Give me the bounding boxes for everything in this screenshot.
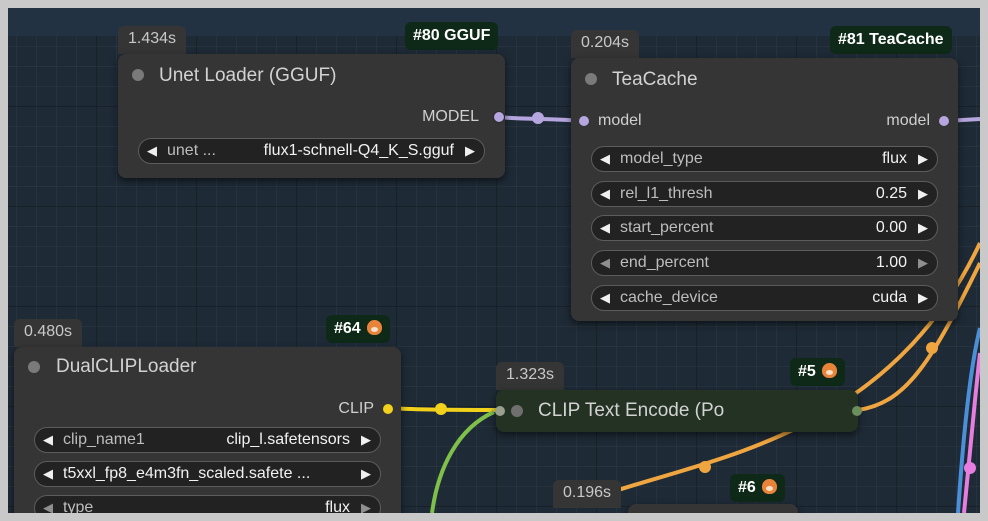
arrow-left-icon[interactable]: ◀ bbox=[600, 251, 610, 275]
arrow-left-icon[interactable]: ◀ bbox=[600, 216, 610, 240]
unet-loader-title: Unet Loader (GGUF) bbox=[159, 65, 337, 86]
node6-badge: #6 bbox=[730, 474, 785, 502]
node6-badge-label: #6 bbox=[738, 479, 756, 496]
arrow-left-icon[interactable]: ◀ bbox=[147, 139, 157, 163]
node-graph-canvas[interactable]: 1.434s #80 GGUF Unet Loader (GGUF) MODEL… bbox=[8, 8, 980, 513]
teacache-header[interactable]: TeaCache bbox=[571, 58, 958, 98]
arrow-right-icon[interactable]: ▶ bbox=[918, 251, 928, 275]
clip-encode-output-slot[interactable] bbox=[852, 406, 862, 416]
arrow-left-icon[interactable]: ◀ bbox=[600, 147, 610, 171]
unet-loader-badge: #80 GGUF bbox=[405, 22, 499, 50]
widget-label: model_type bbox=[620, 150, 703, 167]
arrow-left-icon[interactable]: ◀ bbox=[600, 182, 610, 206]
dual-clip-title: DualCLIPLoader bbox=[56, 356, 197, 377]
unet-output-label: MODEL bbox=[422, 108, 479, 125]
dual-clip-output-slot[interactable] bbox=[383, 404, 393, 414]
wire-clip-reroute-dot bbox=[435, 403, 447, 415]
clip-type-select[interactable]: ◀ type flux ▶ bbox=[34, 495, 381, 513]
node-collapse-dot-icon[interactable] bbox=[585, 73, 597, 85]
clip-encode-badge-label: #5 bbox=[798, 363, 816, 380]
rel-l1-thresh-stepper[interactable]: ◀ rel_l1_thresh 0.25 ▶ bbox=[591, 181, 938, 207]
widget-value: 0.25 bbox=[875, 185, 907, 202]
wire-green-input bbox=[430, 410, 495, 513]
fox-emoji-icon bbox=[821, 363, 837, 378]
unet-loader-node[interactable]: Unet Loader (GGUF) MODEL ◀ unet ... flux… bbox=[118, 54, 505, 178]
widget-label: rel_l1_thresh bbox=[620, 185, 713, 202]
arrow-right-icon[interactable]: ▶ bbox=[361, 462, 371, 486]
node-collapse-dot-icon[interactable] bbox=[132, 69, 144, 81]
widget-label: cache_device bbox=[620, 289, 718, 306]
teacache-model-input-slot[interactable] bbox=[579, 116, 589, 126]
node-collapse-dot-icon[interactable] bbox=[511, 405, 523, 417]
dual-clip-output-label: CLIP bbox=[338, 400, 374, 417]
arrow-right-icon[interactable]: ▶ bbox=[465, 139, 475, 163]
end-percent-stepper[interactable]: ◀ end_percent 1.00 ▶ bbox=[591, 250, 938, 276]
clip-name1-select[interactable]: ◀ clip_name1 clip_l.safetensors ▶ bbox=[34, 427, 381, 453]
arrow-right-icon[interactable]: ▶ bbox=[918, 147, 928, 171]
dual-clip-header[interactable]: DualCLIPLoader bbox=[14, 347, 401, 387]
arrow-right-icon[interactable]: ▶ bbox=[918, 286, 928, 310]
arrow-left-icon[interactable]: ◀ bbox=[600, 286, 610, 310]
model-type-select[interactable]: ◀ model_type flux ▶ bbox=[591, 146, 938, 172]
node-collapse-dot-icon[interactable] bbox=[28, 361, 40, 373]
teacache-title: TeaCache bbox=[612, 69, 698, 90]
wire-pink-reroute-dot bbox=[964, 462, 976, 474]
clip-encode-timer: 1.323s bbox=[496, 362, 565, 390]
widget-value: 1.00 bbox=[875, 254, 907, 271]
unet-name-label: unet ... bbox=[167, 142, 216, 159]
teacache-input-label: model bbox=[598, 112, 642, 129]
unet-model-output-slot[interactable] bbox=[493, 111, 505, 123]
wire-orange-reroute-dot bbox=[699, 461, 711, 473]
widget-label: type bbox=[63, 499, 94, 513]
wire-model-reroute-dot bbox=[532, 112, 544, 124]
arrow-right-icon[interactable]: ▶ bbox=[918, 182, 928, 206]
fox-emoji-icon bbox=[366, 320, 382, 335]
node6-node[interactable] bbox=[628, 504, 798, 513]
arrow-right-icon[interactable]: ▶ bbox=[918, 216, 928, 240]
cache-device-select[interactable]: ◀ cache_device cuda ▶ bbox=[591, 285, 938, 311]
node6-timer: 0.196s bbox=[553, 480, 622, 508]
wire-conditioning-reroute-dot bbox=[926, 342, 938, 354]
arrow-left-icon[interactable]: ◀ bbox=[43, 428, 53, 452]
wire-blue bbox=[956, 327, 980, 513]
teacache-badge: #81 TeaCache bbox=[830, 26, 952, 54]
widget-value: flux bbox=[325, 499, 350, 513]
widget-label: clip_name1 bbox=[63, 431, 145, 448]
arrow-right-icon[interactable]: ▶ bbox=[361, 428, 371, 452]
clip-name2-select[interactable]: ◀ t5xxl_fp8_e4m3fn_scaled.safete ... ▶ bbox=[34, 461, 381, 487]
unet-name-value: flux1-schnell-Q4_K_S.gguf bbox=[263, 142, 454, 159]
widget-value: 0.00 bbox=[875, 219, 907, 236]
clip-encode-badge: #5 bbox=[790, 358, 845, 386]
arrow-left-icon[interactable]: ◀ bbox=[43, 462, 53, 486]
arrow-right-icon[interactable]: ▶ bbox=[361, 496, 371, 513]
widget-label: end_percent bbox=[620, 254, 709, 271]
clip-encode-title: CLIP Text Encode (Po bbox=[538, 400, 725, 421]
dual-clip-badge: #64 bbox=[326, 315, 390, 343]
teacache-node[interactable]: TeaCache model model ◀ model_type flux ▶… bbox=[571, 58, 958, 321]
widget-label: start_percent bbox=[620, 219, 714, 236]
dual-clip-badge-label: #64 bbox=[334, 320, 361, 337]
dual-clip-loader-node[interactable]: DualCLIPLoader CLIP ◀ clip_name1 clip_l.… bbox=[14, 347, 401, 513]
start-percent-stepper[interactable]: ◀ start_percent 0.00 ▶ bbox=[591, 215, 938, 241]
clip-text-encode-node[interactable]: CLIP Text Encode (Po bbox=[495, 390, 862, 432]
widget-value: cuda bbox=[872, 289, 907, 306]
arrow-left-icon[interactable]: ◀ bbox=[43, 496, 53, 513]
unet-loader-timer: 1.434s bbox=[118, 26, 187, 54]
unet-loader-header[interactable]: Unet Loader (GGUF) bbox=[118, 54, 505, 94]
fox-emoji-icon bbox=[761, 479, 777, 494]
widget-value: clip_l.safetensors bbox=[226, 431, 350, 448]
clip-encode-input-slot[interactable] bbox=[495, 406, 505, 416]
widget-value: t5xxl_fp8_e4m3fn_scaled.safete ... bbox=[63, 465, 311, 482]
teacache-output-label: model bbox=[886, 112, 930, 129]
teacache-timer: 0.204s bbox=[571, 30, 640, 58]
widget-value: flux bbox=[882, 150, 907, 167]
unet-name-select[interactable]: ◀ unet ... flux1-schnell-Q4_K_S.gguf ▶ bbox=[138, 138, 485, 164]
dual-clip-timer: 0.480s bbox=[14, 319, 83, 347]
teacache-model-output-slot[interactable] bbox=[939, 116, 949, 126]
